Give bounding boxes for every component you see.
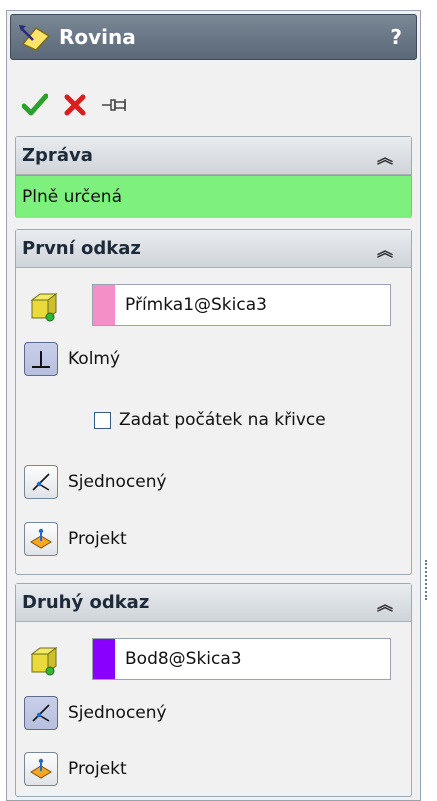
property-manager-panel: Rovina ? Zpráva ︽ Plně určená První odka…: [6, 10, 421, 801]
pushpin-icon: [102, 99, 126, 111]
panel-title: Rovina: [59, 25, 136, 49]
message-group-header[interactable]: Zpráva ︽: [16, 137, 411, 175]
status-text: Plně určená: [22, 187, 122, 207]
cancel-button[interactable]: [61, 91, 89, 119]
second-reference-selection: Bod8@Skica3: [125, 649, 242, 669]
first-reference-field[interactable]: Přímka1@Skica3: [92, 284, 391, 326]
second-coincident-label: Sjednocený: [68, 703, 167, 723]
checkmark-icon: [22, 93, 48, 116]
first-reference-selection: Přímka1@Skica3: [125, 295, 267, 315]
second-reference-group: Druhý odkaz ︽ Bod8@Skica3 Sjednocený Pro…: [15, 583, 412, 797]
plane-icon: [19, 25, 51, 51]
coincident-label: Sjednocený: [68, 472, 167, 492]
ok-button[interactable]: [21, 91, 49, 119]
second-project-row: Projekt: [24, 752, 403, 786]
first-reference-color-swatch: [93, 285, 115, 325]
collapse-chevron-icon[interactable]: ︽: [377, 237, 393, 261]
coincident-button[interactable]: [24, 465, 58, 499]
pin-button[interactable]: [101, 91, 129, 119]
selection-cube-icon: [30, 647, 58, 676]
collapse-chevron-icon[interactable]: ︽: [377, 144, 393, 168]
second-reference-title: Druhý odkaz: [22, 592, 150, 613]
status-message: Plně určená: [16, 175, 411, 218]
project-icon: [30, 528, 52, 549]
coincident-icon: [32, 473, 50, 491]
action-bar: [21, 91, 141, 119]
project-label: Projekt: [68, 529, 127, 549]
second-reference-header[interactable]: Druhý odkaz ︽: [16, 584, 411, 622]
coincident-row: Sjednocený: [24, 465, 403, 499]
set-origin-checkbox[interactable]: [94, 411, 111, 429]
panel-splitter-handle[interactable]: [425, 560, 433, 600]
perpendicular-icon: [32, 351, 50, 368]
second-coincident-button[interactable]: [24, 696, 58, 730]
perpendicular-label: Kolmý: [68, 349, 121, 369]
set-origin-label[interactable]: Zadat počátek na křivce: [119, 410, 326, 430]
project-row: Projekt: [24, 522, 403, 556]
second-reference-selection-row: Bod8@Skica3: [24, 638, 403, 682]
message-group: Zpráva ︽ Plně určená: [15, 136, 412, 218]
first-reference-title: První odkaz: [22, 238, 141, 259]
second-reference-field[interactable]: Bod8@Skica3: [92, 638, 391, 680]
project-icon: [30, 758, 52, 779]
collapse-chevron-icon[interactable]: ︽: [377, 591, 393, 615]
first-reference-group: První odkaz ︽ Přímka1@Skica3 Kolmý Zadat…: [15, 229, 412, 575]
set-origin-row: Zadat počátek na křivce: [94, 410, 403, 430]
second-reference-color-swatch: [93, 639, 115, 679]
first-reference-selection-row: Přímka1@Skica3: [24, 284, 403, 328]
second-project-button[interactable]: [24, 752, 58, 786]
help-button[interactable]: ?: [390, 25, 402, 49]
selection-cube-icon: [30, 293, 58, 322]
perpendicular-row: Kolmý: [24, 342, 403, 376]
perpendicular-button[interactable]: [24, 342, 58, 376]
x-icon: [64, 94, 86, 116]
second-coincident-row: Sjednocený: [24, 696, 403, 730]
title-bar: Rovina ?: [10, 14, 417, 60]
second-project-label: Projekt: [68, 759, 127, 779]
coincident-icon: [32, 704, 50, 722]
message-group-title: Zpráva: [22, 145, 93, 166]
first-reference-header[interactable]: První odkaz ︽: [16, 230, 411, 268]
project-button[interactable]: [24, 522, 58, 556]
